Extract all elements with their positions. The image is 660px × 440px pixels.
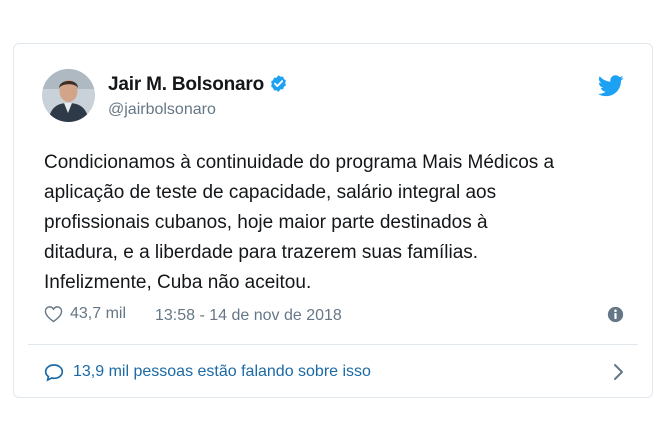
speech-bubble-icon: [44, 363, 64, 382]
avatar[interactable]: [42, 69, 95, 122]
avatar-image: [42, 69, 95, 122]
author-handle[interactable]: @jairbolsonaro: [108, 101, 216, 119]
tweet-text: Condicionamos à continuidade do programa…: [44, 152, 555, 293]
like-count: 43,7 mil: [70, 305, 127, 322]
heart-icon: [44, 306, 63, 323]
chevron-right-icon[interactable]: [612, 363, 624, 381]
tweet-meta: 43,7 mil 13:58 - 14 de nov de 2018: [44, 305, 624, 327]
like-button[interactable]: 43,7 mil: [44, 305, 126, 323]
author-name[interactable]: Jair M. Bolsonaro: [108, 74, 264, 95]
divider: [28, 344, 638, 345]
author-name-row[interactable]: Jair M. Bolsonaro: [108, 74, 288, 96]
verified-badge-icon: [271, 75, 286, 92]
twitter-bird-icon[interactable]: [598, 75, 624, 97]
tweet-timestamp[interactable]: 13:58 - 14 de nov de 2018: [155, 307, 342, 325]
info-icon[interactable]: [607, 306, 624, 323]
conversation-link[interactable]: 13,9 mil pessoas estão falando sobre iss…: [44, 360, 624, 384]
tweet-card: Jair M. Bolsonaro @jairbolsonaro Condici…: [13, 43, 653, 398]
conversation-label[interactable]: 13,9 mil pessoas estão falando sobre iss…: [73, 363, 371, 381]
